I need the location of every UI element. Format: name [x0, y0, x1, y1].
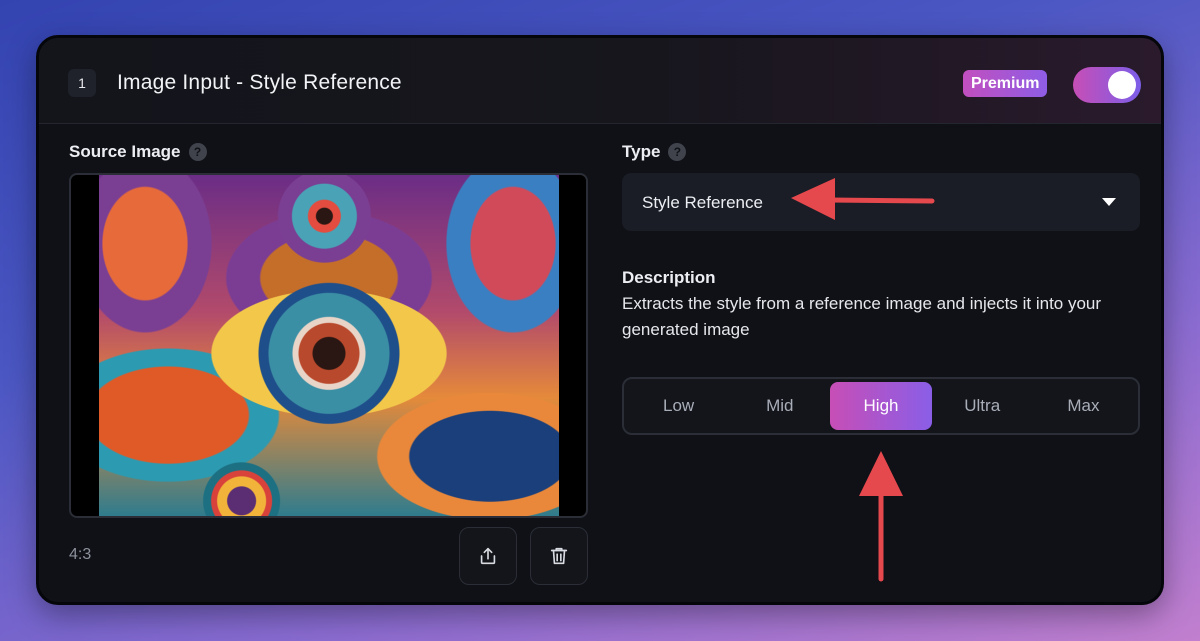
arrow-to-high-option [859, 451, 903, 582]
strength-option-low[interactable]: Low [628, 382, 729, 430]
upload-icon [480, 547, 496, 565]
type-label: Type ? [622, 142, 687, 162]
aspect-ratio-text: 4:3 [69, 546, 92, 563]
strength-option-mid[interactable]: Mid [729, 382, 830, 430]
strength-option-max[interactable]: Max [1033, 382, 1134, 430]
strength-selector: Low Mid High Ultra Max [622, 377, 1140, 435]
step-number-badge: 1 [68, 69, 96, 97]
description-title: Description [622, 268, 716, 287]
source-image-label-text: Source Image [69, 142, 181, 161]
source-image [99, 175, 559, 516]
card-title: Image Input - Style Reference [117, 71, 402, 94]
description-text: Extracts the style from a reference imag… [622, 294, 1102, 339]
premium-badge: Premium [963, 70, 1048, 97]
trash-icon [550, 547, 568, 565]
type-label-text: Type [622, 142, 661, 161]
help-icon[interactable]: ? [668, 143, 687, 161]
strength-option-high[interactable]: High [830, 382, 932, 430]
strength-option-ultra[interactable]: Ultra [932, 382, 1033, 430]
upload-button[interactable] [459, 527, 517, 585]
help-icon[interactable]: ? [188, 143, 207, 161]
type-select-value: Style Reference [642, 193, 763, 212]
source-image-label: Source Image ? [69, 142, 207, 162]
image-input-card: 1 Image Input - Style Reference Premium … [36, 35, 1164, 605]
source-image-preview[interactable] [69, 173, 588, 518]
type-select[interactable]: Style Reference [622, 173, 1140, 231]
enable-toggle[interactable] [1073, 67, 1141, 103]
delete-button[interactable] [530, 527, 588, 585]
toggle-knob [1108, 71, 1136, 99]
caret-down-icon [1102, 198, 1116, 206]
card-header: 1 Image Input - Style Reference Premium [39, 38, 1161, 124]
